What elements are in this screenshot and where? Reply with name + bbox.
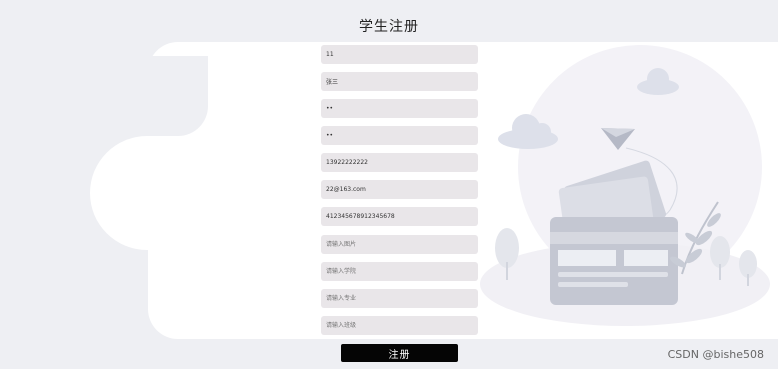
page-title: 学生注册	[359, 19, 419, 35]
watermark: CSDN @bishe508	[667, 348, 764, 361]
college-field[interactable]	[321, 262, 478, 281]
confirm-password-field[interactable]	[321, 126, 478, 145]
registration-illustration	[480, 45, 770, 326]
avatar-field[interactable]	[321, 235, 478, 254]
email-field[interactable]	[321, 180, 478, 199]
registration-page: 学生注册 11 张三 •• •• 13922222222 22@163.com …	[0, 0, 778, 369]
background-notch	[148, 56, 208, 136]
background-blob	[90, 136, 210, 250]
student-id-field[interactable]	[321, 45, 478, 64]
name-field[interactable]	[321, 72, 478, 91]
id-card-field[interactable]	[321, 207, 478, 226]
phone-field[interactable]	[321, 153, 478, 172]
class-field[interactable]	[321, 316, 478, 335]
password-field[interactable]	[321, 99, 478, 118]
major-field[interactable]	[321, 289, 478, 308]
register-button[interactable]: 注册	[341, 344, 458, 362]
